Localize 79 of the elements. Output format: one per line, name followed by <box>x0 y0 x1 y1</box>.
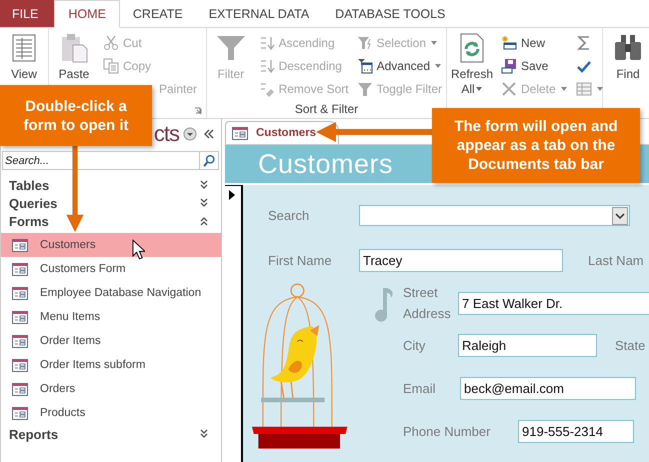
sort-descending-icon <box>258 58 275 74</box>
form-list-item[interactable]: Customers Form <box>1 257 221 281</box>
callout: Double-click a form to open it <box>0 85 152 146</box>
funnel-form-icon <box>356 58 373 74</box>
form-icon <box>12 334 28 348</box>
floppy-disk-icon <box>501 58 517 74</box>
group-label: Sort & Filter <box>294 102 358 116</box>
field-label: Email <box>403 381 437 396</box>
text-field[interactable]: 7 East Walker Dr. <box>458 292 649 314</box>
dropdown-icon[interactable] <box>612 206 628 224</box>
form-icon <box>12 286 28 300</box>
file-tab[interactable]: FILE <box>0 0 54 27</box>
copy-icon <box>103 58 119 74</box>
new-record-icon <box>501 34 517 50</box>
form-list-item[interactable]: Products <box>1 401 221 425</box>
group-header[interactable]: Reports <box>1 425 221 443</box>
sigma-icon <box>576 34 592 50</box>
form-icon <box>12 358 28 372</box>
field-label: State <box>615 338 646 353</box>
funnel-icon <box>356 80 373 96</box>
current-record-icon <box>228 189 236 201</box>
form-icon <box>12 262 28 276</box>
chevron-down-icon <box>199 180 209 190</box>
ribbon-button[interactable]: Find <box>607 31 649 82</box>
field-label: First Name <box>268 253 333 268</box>
field-label: Last Nam <box>588 253 644 268</box>
dropdown-icon[interactable] <box>183 127 197 141</box>
ribbon-tab[interactable]: CREATE <box>120 0 196 27</box>
eraser-icon <box>258 80 275 96</box>
scissors-icon <box>103 34 119 50</box>
form-list-item[interactable]: Employee Database Navigation <box>1 281 221 305</box>
form-icon <box>12 310 28 324</box>
ribbon-button[interactable]: View <box>4 31 44 82</box>
delete-x-icon <box>501 80 517 96</box>
ribbon-button[interactable]: New <box>501 31 568 54</box>
form-icon <box>12 382 28 396</box>
form-icon <box>12 238 28 252</box>
record-selector[interactable] <box>225 185 243 462</box>
form-list-item[interactable]: Orders <box>1 377 221 401</box>
dialog-launcher-icon[interactable] <box>194 107 202 115</box>
form-list-item[interactable]: Menu Items <box>1 305 221 329</box>
search-icon[interactable] <box>199 151 219 170</box>
ribbon-tab[interactable]: EXTERNAL DATA <box>196 0 322 27</box>
field-label: City <box>403 338 426 353</box>
text-field[interactable]: Raleigh <box>458 334 597 357</box>
field-label: Search <box>268 208 310 223</box>
sort-ascending-icon <box>258 34 275 50</box>
form-list-item[interactable]: Customers <box>1 233 221 257</box>
group-header[interactable]: Tables <box>1 176 221 194</box>
music-note-icon <box>374 286 394 322</box>
form-icon <box>232 126 248 140</box>
grid-icon <box>576 80 592 96</box>
ribbon-tab[interactable]: HOME <box>54 0 120 28</box>
ribbon-button[interactable]: Refresh All <box>451 31 493 97</box>
chevron-up-icon <box>199 216 209 226</box>
field-label: Phone Number <box>403 424 492 439</box>
form-title: Customers <box>258 148 394 180</box>
collapse-icon[interactable] <box>203 128 215 140</box>
funnel-icon <box>356 34 373 50</box>
group-header[interactable]: Queries <box>1 194 221 212</box>
callout: The form will open and appear as a tab on the Documents tab bar <box>432 108 640 183</box>
ribbon-button[interactable]: Paste <box>53 31 95 82</box>
form-icon <box>12 406 28 420</box>
ribbon-button[interactable]: Advanced <box>356 54 442 77</box>
pane-title: cts <box>154 121 179 147</box>
form-list-item[interactable]: Order Items subform <box>1 353 221 377</box>
chevron-down-icon <box>199 429 209 439</box>
text-field[interactable]: 919-555-2314 <box>518 420 634 443</box>
field-label: Street Address <box>403 284 452 323</box>
mouse-pointer-icon <box>132 239 145 260</box>
text-field[interactable]: Tracey <box>359 249 563 272</box>
form-list-item[interactable]: Order Items <box>1 329 221 353</box>
ribbon-button[interactable]: Save <box>501 54 568 77</box>
search-field[interactable]: Search... <box>2 151 199 170</box>
document-tab[interactable]: Customers <box>225 121 340 144</box>
ribbon-tab[interactable]: DATABASE TOOLS <box>322 0 458 27</box>
group-header[interactable]: Forms <box>1 212 221 230</box>
chevron-down-icon <box>199 198 209 208</box>
text-field[interactable]: beck@email.com <box>460 377 636 400</box>
